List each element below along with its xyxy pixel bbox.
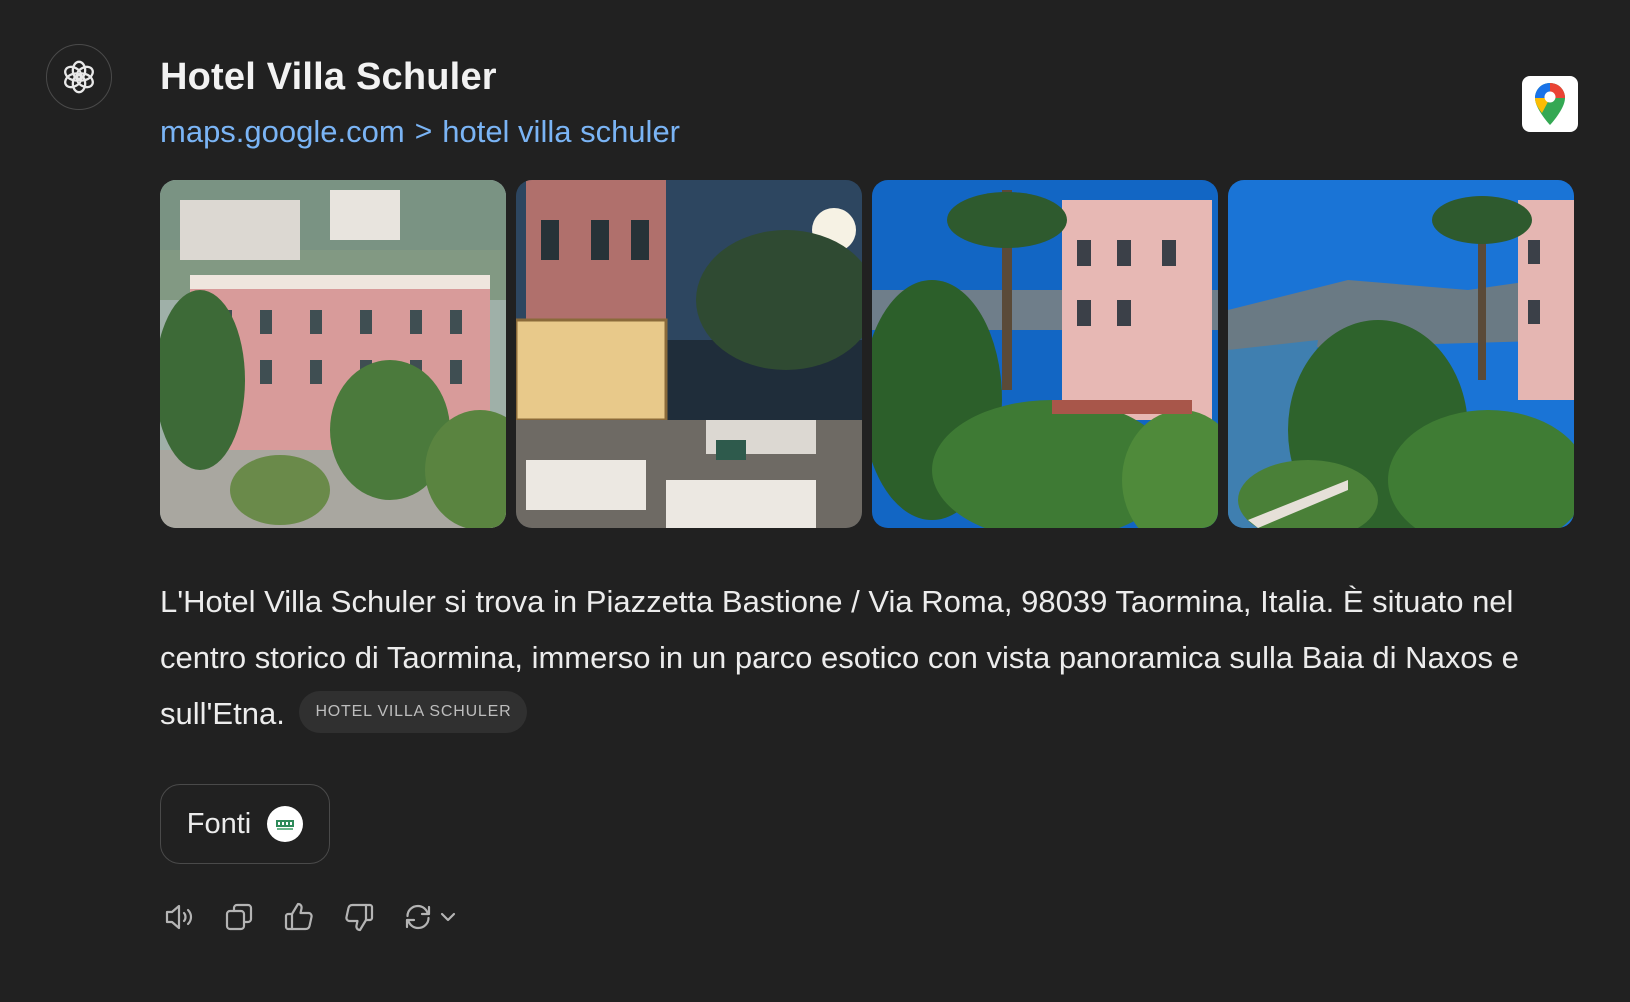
copy-button[interactable] [220,898,258,936]
sources-label: Fonti [186,807,252,840]
thumbs-down-icon [345,903,374,932]
regenerate-button[interactable] [400,898,460,936]
openai-logo-icon [64,60,94,94]
refresh-icon [405,904,431,930]
source-path[interactable]: hotel villa schuler [442,114,680,150]
source-favicon-icon [267,806,304,842]
read-aloud-button[interactable] [160,898,198,936]
hotel-bay-view-photo[interactable] [1228,180,1574,528]
source-link[interactable]: maps.google.com > hotel villa schuler [160,114,680,150]
hotel-facade-photo[interactable] [160,180,506,528]
citation-chip[interactable]: HOTEL VILLA SCHULER [299,690,528,733]
bad-response-button[interactable] [340,898,378,936]
source-domain[interactable]: maps.google.com [160,114,405,150]
message-actions [160,898,460,936]
thumbs-up-icon [284,902,313,931]
good-response-button[interactable] [280,898,318,936]
assistant-avatar [46,44,112,110]
result-title[interactable]: Hotel Villa Schuler [160,56,497,99]
sources-button[interactable]: Fonti [160,784,330,864]
google-maps-badge[interactable] [1522,76,1578,132]
result-description: L'Hotel Villa Schuler si trova in Piazze… [160,574,1590,742]
photo-gallery [160,180,1578,528]
hotel-palms-sea-view-photo[interactable] [872,180,1218,528]
copy-icon [225,903,253,931]
hotel-terrace-night-photo[interactable] [516,180,862,528]
google-maps-pin-icon [1535,83,1565,125]
speaker-icon [165,904,193,930]
chevron-down-icon [440,912,456,922]
breadcrumb-separator: > [414,115,433,148]
